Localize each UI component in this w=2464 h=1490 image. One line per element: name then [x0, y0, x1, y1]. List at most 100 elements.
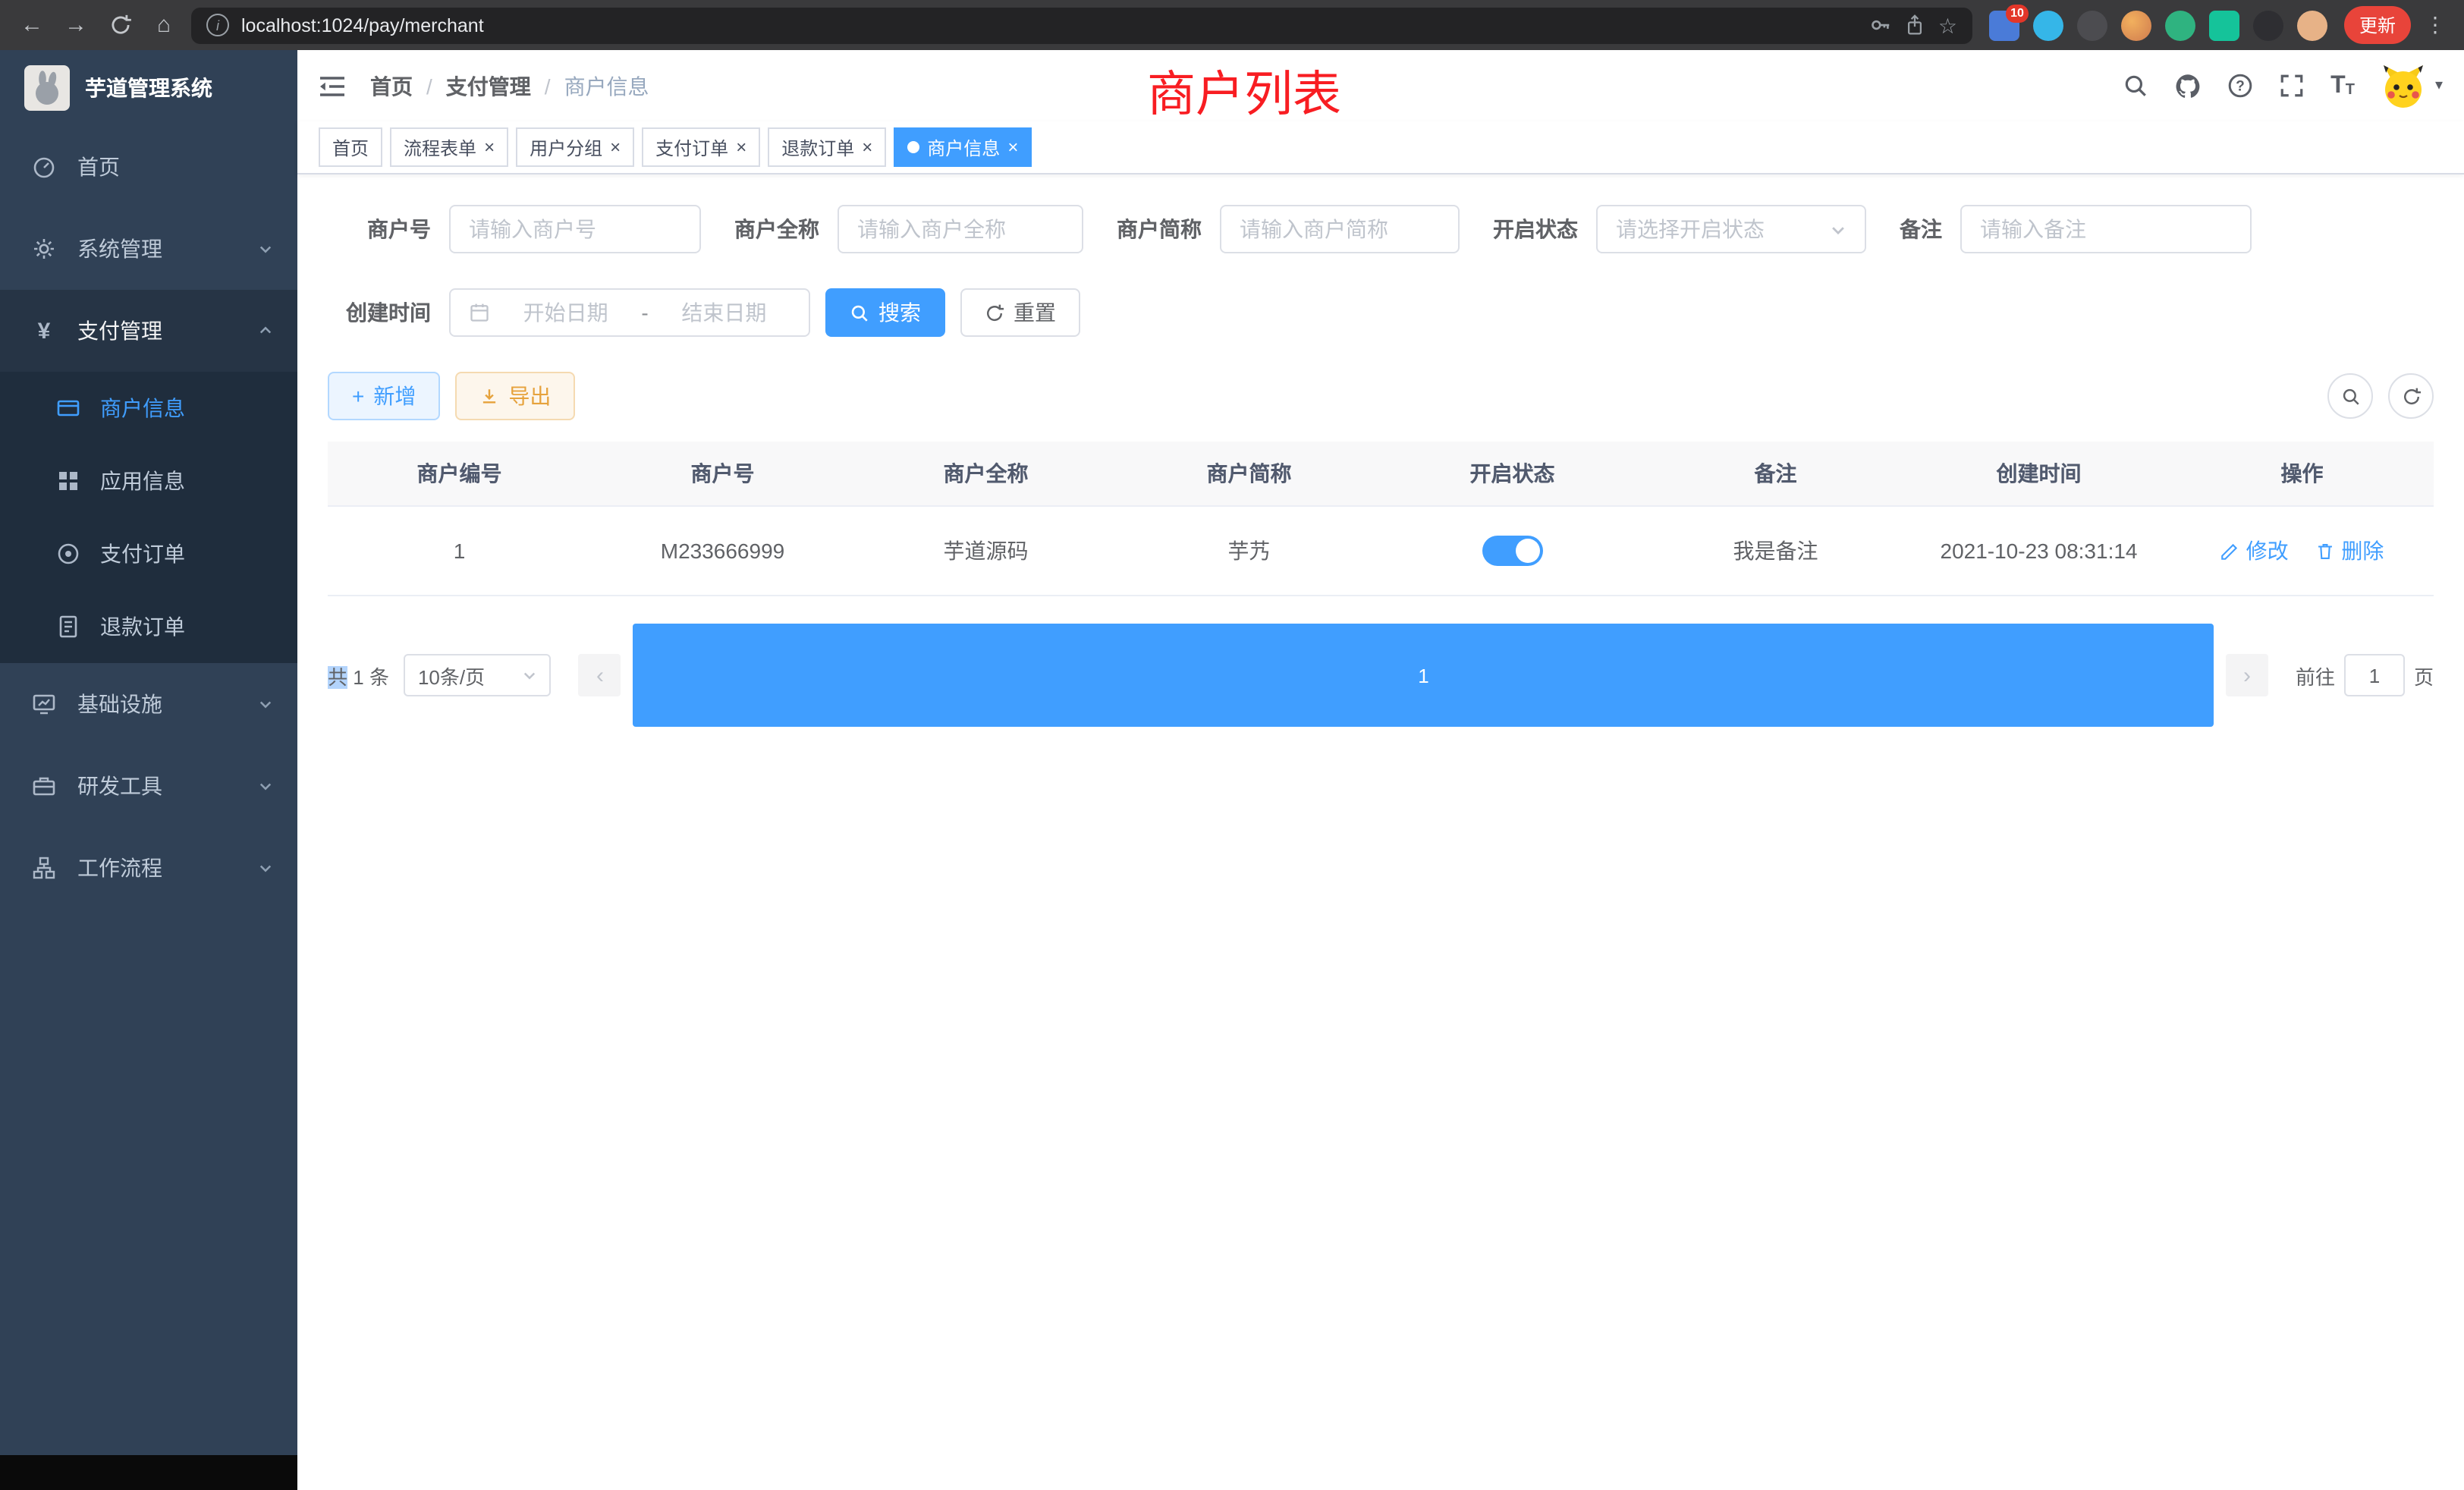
status-toggle[interactable]: [1482, 536, 1543, 566]
edit-icon: [2220, 541, 2240, 561]
search-button[interactable]: 搜索: [825, 288, 945, 337]
address-bar[interactable]: i localhost:1024/pay/merchant ☆: [191, 7, 1972, 43]
help-icon[interactable]: ?: [2227, 73, 2253, 99]
full-name-input[interactable]: [838, 205, 1083, 253]
sidebar-item-system[interactable]: 系统管理: [0, 208, 297, 290]
col-short-name: 商户简称: [1117, 442, 1381, 506]
password-key-icon[interactable]: [1870, 14, 1893, 36]
next-page-button[interactable]: ›: [2226, 654, 2268, 696]
breadcrumb-payment[interactable]: 支付管理: [446, 71, 531, 101]
prev-page-button[interactable]: ‹: [579, 654, 621, 696]
toggle-search-button[interactable]: [2327, 373, 2373, 419]
home-icon[interactable]: ⌂: [147, 8, 181, 42]
tab-merchant-info[interactable]: 商户信息 ×: [894, 127, 1032, 167]
pagination: 共 1 条 10条/页 ‹ 1 › 前往 页: [328, 624, 2434, 727]
sidebar-item-workflow[interactable]: 工作流程: [0, 827, 297, 909]
close-icon[interactable]: ×: [862, 138, 872, 156]
close-icon[interactable]: ×: [484, 138, 495, 156]
chevron-down-icon: [258, 241, 273, 256]
active-dot: [907, 141, 919, 153]
sidebar-item-pay-orders[interactable]: 支付订单: [0, 517, 297, 590]
short-name-input[interactable]: [1220, 205, 1460, 253]
sidebar-item-infrastructure[interactable]: 基础设施: [0, 663, 297, 745]
calendar-icon: [469, 302, 490, 323]
extension-icon-pinwheel[interactable]: [2253, 10, 2283, 40]
sidebar-item-dev-tools[interactable]: 研发工具: [0, 745, 297, 827]
refresh-icon: [2401, 386, 2421, 406]
col-merchant-no: 商户号: [591, 442, 854, 506]
extension-icon-person[interactable]: [2297, 10, 2327, 40]
browser-menu-icon[interactable]: ⋮: [2422, 12, 2449, 38]
user-avatar[interactable]: ▾: [2381, 63, 2443, 108]
delete-button[interactable]: 删除: [2315, 536, 2384, 566]
page-number-button[interactable]: 1: [633, 624, 2214, 727]
close-icon[interactable]: ×: [610, 138, 621, 156]
navbar-actions: ? TT: [2123, 63, 2443, 108]
extension-icon-puzzle[interactable]: 10: [1989, 10, 2019, 40]
share-icon[interactable]: [1905, 14, 1926, 36]
sidebar-item-app-info[interactable]: 应用信息: [0, 445, 297, 517]
grid-icon: [55, 469, 82, 493]
reload-icon[interactable]: [103, 8, 137, 42]
sidebar-item-refund-orders[interactable]: 退款订单: [0, 590, 297, 663]
merchant-no-label: 商户号: [328, 214, 449, 244]
url-text: localhost:1024/pay/merchant: [241, 14, 484, 36]
col-actions: 操作: [2170, 442, 2434, 506]
fullscreen-icon[interactable]: [2279, 73, 2305, 99]
update-button[interactable]: 更新: [2344, 6, 2411, 44]
export-button[interactable]: 导出: [455, 372, 575, 420]
sidebar-item-payment[interactable]: ¥ 支付管理: [0, 290, 297, 372]
document-icon: [55, 615, 82, 639]
merchant-table: 商户编号 商户号 商户全称 商户简称 开启状态 备注 创建时间 操作 1: [328, 442, 2434, 596]
tags-view-bar: 首页 流程表单 × 用户分组 × 支付订单 ×: [297, 121, 2464, 174]
bookmark-star-icon[interactable]: ☆: [1938, 14, 1957, 36]
extension-icon-drop[interactable]: [2033, 10, 2063, 40]
font-size-icon[interactable]: TT: [2330, 74, 2355, 98]
col-remark: 备注: [1644, 442, 1907, 506]
tab-home[interactable]: 首页: [319, 127, 382, 167]
payment-submenu: 商户信息 应用信息 支付订单: [0, 372, 297, 663]
back-icon[interactable]: ←: [15, 8, 49, 42]
close-icon[interactable]: ×: [736, 138, 746, 156]
chevron-down-icon: [1830, 221, 1846, 237]
forward-icon[interactable]: →: [59, 8, 93, 42]
close-icon[interactable]: ×: [1007, 138, 1018, 156]
extension-icon-avatar[interactable]: [2121, 10, 2151, 40]
sidebar-menu: 首页 系统管理 ¥ 支付管理: [0, 126, 297, 909]
site-info-icon[interactable]: i: [206, 14, 229, 36]
col-create-time: 创建时间: [1907, 442, 2170, 506]
card-icon: [55, 396, 82, 420]
goto-page-input[interactable]: [2344, 654, 2405, 696]
extension-icon-vue[interactable]: [2165, 10, 2195, 40]
reset-button[interactable]: 重置: [960, 288, 1080, 337]
tab-refund-orders[interactable]: 退款订单 ×: [768, 127, 886, 167]
col-status: 开启状态: [1381, 442, 1644, 506]
breadcrumb-home[interactable]: 首页: [370, 71, 413, 101]
tab-pay-orders[interactable]: 支付订单 ×: [642, 127, 760, 167]
edit-button[interactable]: 修改: [2220, 536, 2289, 566]
target-icon: [55, 542, 82, 566]
sidebar-item-home[interactable]: 首页: [0, 126, 297, 208]
hamburger-icon[interactable]: [319, 74, 346, 98]
extension-icon-dark[interactable]: [2077, 10, 2107, 40]
remark-input[interactable]: [1960, 205, 2252, 253]
sidebar-item-label: 研发工具: [77, 771, 162, 801]
extension-icon-green-square[interactable]: [2209, 10, 2239, 40]
page-size-select[interactable]: 10条/页: [404, 654, 552, 696]
sidebar: 芋道管理系统 首页 系统管理: [0, 50, 297, 1490]
create-time-range-picker[interactable]: 开始日期 - 结束日期: [449, 288, 810, 337]
search-icon: [850, 303, 869, 322]
tab-user-group[interactable]: 用户分组 ×: [516, 127, 634, 167]
sidebar-item-label: 工作流程: [77, 853, 162, 883]
refresh-table-button[interactable]: [2388, 373, 2434, 419]
header-search-icon[interactable]: [2123, 73, 2148, 99]
add-button[interactable]: + 新增: [328, 372, 440, 420]
status-select[interactable]: 请选择开启状态: [1596, 205, 1866, 253]
table-row: 1 M233666999 芋道源码 芋艿 我是备注 2021-10-23 08:…: [328, 506, 2434, 596]
navbar: 首页 / 支付管理 / 商户信息 ?: [297, 50, 2464, 121]
tab-process-form[interactable]: 流程表单 ×: [390, 127, 508, 167]
sidebar-item-merchant-info[interactable]: 商户信息: [0, 372, 297, 445]
merchant-no-input[interactable]: [449, 205, 701, 253]
github-icon[interactable]: [2174, 72, 2202, 99]
chevron-down-icon: ▾: [2435, 77, 2443, 94]
